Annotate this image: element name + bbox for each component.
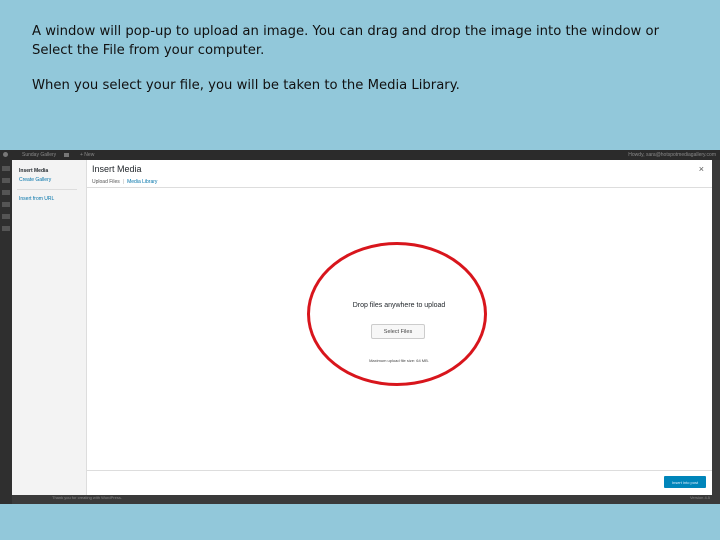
caption-line-1: A window will pop-up to upload an image.…: [32, 24, 660, 58]
insert-into-post-button[interactable]: Insert into post: [664, 476, 706, 488]
wordpress-logo-icon[interactable]: [3, 152, 8, 157]
sidebar-item-insert-from-url[interactable]: Insert from URL: [19, 196, 54, 202]
admin-bar-site-name[interactable]: Sunday Gallery: [22, 152, 56, 158]
tab-upload-files[interactable]: Upload Files: [92, 179, 120, 185]
modal-footer-divider: [86, 470, 712, 471]
close-icon[interactable]: ×: [699, 164, 704, 174]
tab-separator: |: [122, 179, 125, 185]
modal-tabs: Upload Files | Media Library: [92, 179, 157, 185]
admin-left-menu: [0, 160, 12, 504]
menu-media-icon[interactable]: [2, 190, 10, 195]
admin-footer-thanks: Thank you for creating with WordPress.: [52, 495, 122, 500]
admin-footer-version: Version 4.5: [689, 495, 710, 500]
caption-line-2: When you select your file, you will be t…: [32, 78, 460, 93]
menu-comments-icon[interactable]: [2, 214, 10, 219]
sidebar-divider: [17, 189, 77, 190]
sidebar-item-create-gallery[interactable]: Create Gallery: [19, 177, 51, 183]
menu-posts-icon[interactable]: [2, 178, 10, 183]
media-modal-sidebar: Insert Media Create Gallery Insert from …: [12, 160, 87, 495]
highlight-circle: [307, 242, 487, 386]
sidebar-item-insert-media[interactable]: Insert Media: [19, 168, 48, 174]
modal-title: Insert Media: [92, 164, 142, 174]
instruction-caption: A window will pop-up to upload an image.…: [32, 22, 692, 111]
comments-icon[interactable]: [64, 153, 69, 157]
menu-pages-icon[interactable]: [2, 202, 10, 207]
admin-bar-new[interactable]: + New: [80, 152, 94, 158]
admin-bar-howdy[interactable]: Howdy, sara@hotspotmediagallery.com: [628, 152, 716, 158]
admin-bar: Sunday Gallery + New Howdy, sara@hotspot…: [0, 150, 720, 160]
tab-media-library[interactable]: Media Library: [127, 179, 157, 185]
menu-dashboard-icon[interactable]: [2, 166, 10, 171]
tab-divider: [86, 187, 712, 188]
menu-appearance-icon[interactable]: [2, 226, 10, 231]
